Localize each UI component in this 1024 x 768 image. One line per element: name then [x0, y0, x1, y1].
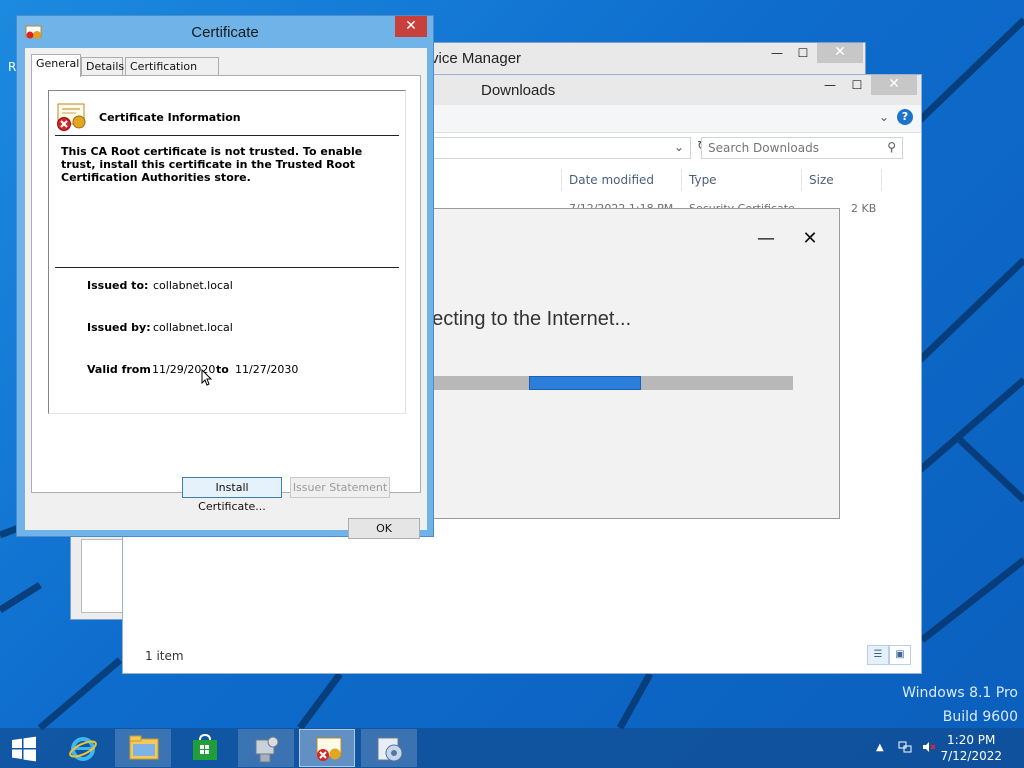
search-input[interactable] [708, 141, 878, 155]
ok-button[interactable]: OK [348, 518, 420, 539]
certificate-dialog[interactable]: Certificate ✕ General Details Certificat… [16, 15, 434, 539]
store-icon [193, 734, 217, 760]
issued-to-label: Issued to: [87, 279, 149, 292]
install-certificate-button[interactable]: Install Certificate... [182, 477, 282, 513]
edition-watermark: Windows 8.1 Pro [902, 685, 1018, 701]
speaker-muted-icon[interactable] [922, 740, 936, 754]
issuer-statement-button[interactable]: Issuer Statement [290, 477, 390, 498]
maximize-button[interactable]: ☐ [843, 75, 871, 97]
chevron-down-icon[interactable]: ⌄ [879, 110, 889, 124]
column-divider [801, 169, 802, 191]
trust-warning-text: This CA Root certificate is not trusted.… [61, 145, 363, 184]
search-icon[interactable]: ⚲ [887, 140, 896, 154]
certificate-body: General Details Certification Path Certi… [25, 48, 427, 539]
store-taskbar-button[interactable] [177, 729, 233, 767]
valid-to-label: to [216, 363, 229, 376]
network-icon[interactable] [898, 740, 912, 754]
mouse-cursor-icon [201, 369, 213, 386]
general-tab-panel: Certificate Information This CA Root cer… [31, 75, 421, 513]
column-size[interactable]: Size [809, 173, 834, 187]
certificate-icon [316, 737, 342, 761]
minimize-button[interactable]: — [816, 75, 844, 97]
progress-bar [421, 376, 793, 390]
close-button[interactable]: ✕ [817, 43, 863, 63]
start-button[interactable] [0, 729, 50, 767]
issued-by-label: Issued by: [87, 321, 151, 334]
column-divider [681, 169, 682, 191]
close-button[interactable]: ✕ [799, 229, 821, 251]
certificate-title: Certificate [191, 24, 259, 41]
device-manager-title: vice Manager [431, 50, 522, 67]
folder-icon [129, 735, 159, 760]
certificate-titlebar[interactable]: Certificate ✕ [17, 16, 433, 46]
clock-time: 1:20 PM [947, 733, 996, 747]
column-divider [561, 169, 562, 191]
device-manager-taskbar-button[interactable] [238, 729, 294, 767]
build-watermark: Build 9600 [942, 709, 1018, 725]
status-item-count: 1 item [145, 649, 184, 663]
certificate-information-heading: Certificate Information [99, 111, 241, 124]
show-hidden-icons-icon[interactable]: ▲ [876, 742, 884, 753]
valid-from-label: Valid from [87, 363, 151, 376]
column-type[interactable]: Type [689, 173, 717, 187]
row-size[interactable]: 2 KB [851, 202, 876, 215]
dropdown-chevron-icon[interactable]: ⌄ [674, 140, 684, 154]
help-icon[interactable]: ? [897, 109, 913, 125]
control-panel-taskbar-button[interactable] [361, 729, 417, 767]
internet-explorer-icon [69, 737, 97, 761]
windows-logo-icon [12, 736, 36, 762]
maximize-button[interactable]: ☐ [789, 43, 817, 65]
clock[interactable]: 1:20 PM 7/12/2022 [940, 733, 1002, 763]
issued-by-value: collabnet.local [153, 321, 233, 334]
internet-explorer-taskbar-button[interactable] [54, 729, 110, 767]
minimize-button[interactable]: — [763, 43, 791, 65]
details-view-icon[interactable]: ☰ [867, 645, 889, 665]
device-manager-pane [81, 539, 125, 613]
valid-to-value: 11/27/2030 [235, 363, 299, 376]
large-icons-view-icon[interactable]: ▣ [889, 645, 911, 665]
column-divider [881, 169, 882, 191]
progress-fill [529, 376, 641, 390]
connecting-dialog[interactable]: — ✕ necting to the Internet... [400, 208, 840, 519]
system-tools-icon [377, 737, 403, 762]
close-button[interactable]: ✕ [395, 16, 427, 37]
address-bar[interactable]: ⌄ [423, 137, 691, 159]
issued-to-value: collabnet.local [153, 279, 233, 292]
tab-certification-path[interactable]: Certification Path [125, 57, 219, 86]
divider [55, 135, 399, 136]
untrusted-certificate-icon [57, 103, 86, 131]
clock-date: 7/12/2022 [940, 749, 1002, 763]
search-box[interactable]: ⚲ [701, 137, 903, 159]
column-date-modified[interactable]: Date modified [569, 173, 654, 187]
tab-details[interactable]: Details [81, 57, 124, 76]
divider [55, 267, 399, 268]
downloads-title: Downloads [481, 82, 556, 99]
close-button[interactable]: ✕ [871, 75, 917, 95]
minimize-button[interactable]: — [755, 229, 777, 251]
device-manager-icon [255, 736, 279, 763]
certificate-taskbar-button[interactable] [299, 729, 355, 767]
tab-general[interactable]: General [31, 54, 81, 77]
certificate-info-box: Certificate Information This CA Root cer… [48, 90, 406, 414]
taskbar: ▲ 1:20 PM 7/12/2022 [0, 728, 1024, 768]
connecting-message: necting to the Internet... [421, 308, 632, 330]
file-explorer-taskbar-button[interactable] [115, 729, 171, 767]
